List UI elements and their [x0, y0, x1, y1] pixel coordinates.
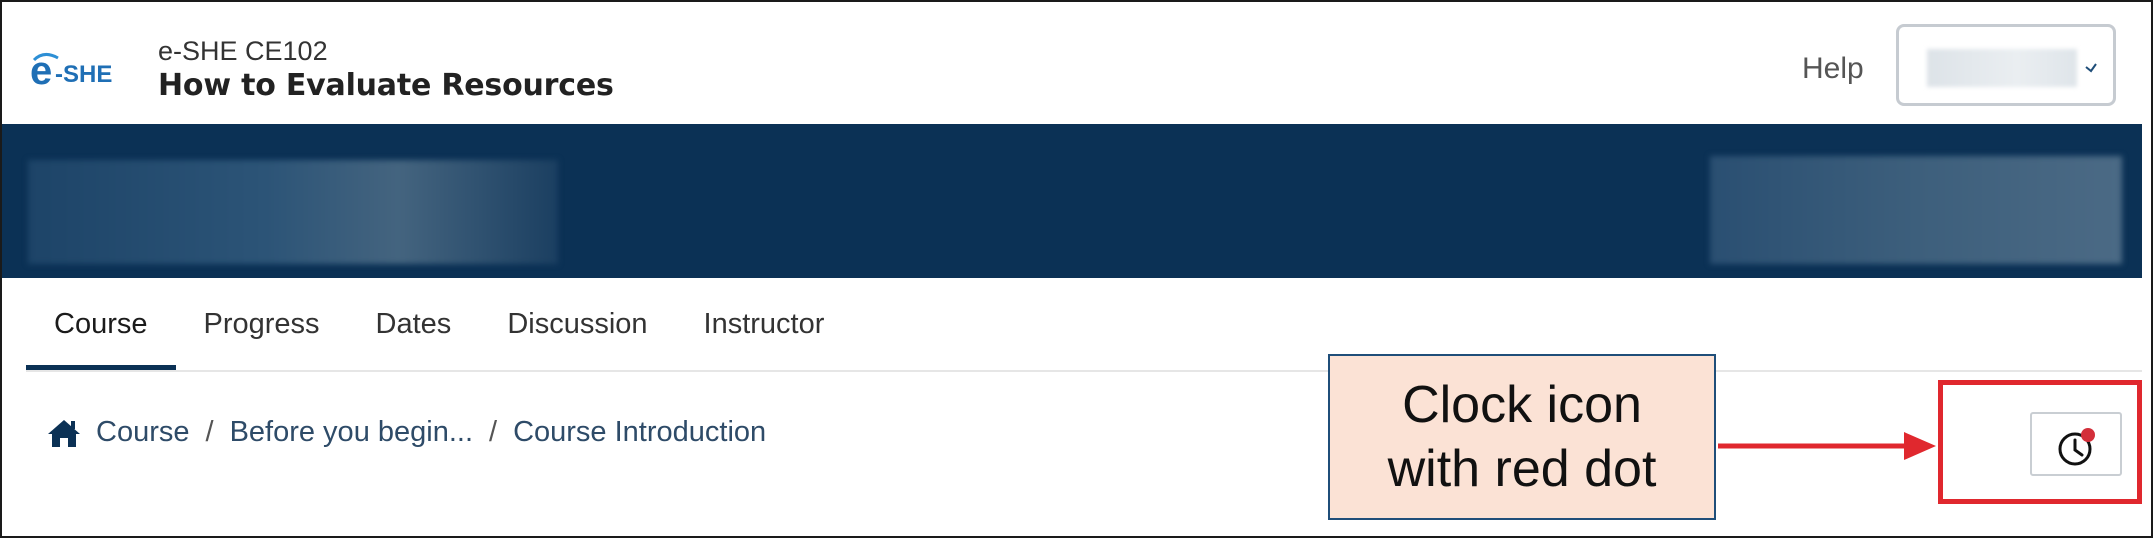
- banner-redacted-right: [1710, 156, 2122, 264]
- tab-course[interactable]: Course: [26, 278, 176, 370]
- tab-discussion[interactable]: Discussion: [479, 278, 675, 370]
- user-menu-button[interactable]: [1896, 24, 2116, 106]
- tabs-divider: [26, 370, 2142, 372]
- breadcrumb-course[interactable]: Course: [96, 416, 190, 449]
- help-link[interactable]: Help: [1802, 52, 1864, 86]
- breadcrumb-separator: /: [489, 416, 498, 448]
- tab-instructor[interactable]: Instructor: [676, 278, 853, 370]
- course-title: How to Evaluate Resources: [158, 68, 614, 103]
- banner-redacted-left: [28, 160, 558, 264]
- home-icon[interactable]: [46, 417, 82, 449]
- breadcrumb: Course / Before you begin... / Course In…: [46, 416, 766, 449]
- page-frame: e -SHE e-SHE CE102 How to Evaluate Resou…: [0, 0, 2153, 538]
- breadcrumb-separator: /: [205, 416, 214, 448]
- course-header: e -SHE e-SHE CE102 How to Evaluate Resou…: [2, 2, 2142, 124]
- course-banner: [2, 124, 2142, 278]
- annotation-text: Clock icon with red dot: [1387, 376, 1657, 498]
- clock-icon: [2058, 428, 2095, 466]
- svg-text:-SHE: -SHE: [55, 61, 112, 88]
- chevron-down-icon: [2085, 63, 2097, 73]
- course-code: e-SHE CE102: [158, 36, 328, 66]
- red-dot-icon: [2081, 428, 2095, 442]
- breadcrumb-unit[interactable]: Course Introduction: [513, 416, 766, 449]
- annotation-callout: Clock icon with red dot: [1328, 354, 1716, 520]
- breadcrumb-section[interactable]: Before you begin...: [230, 416, 473, 449]
- eshe-logo[interactable]: e -SHE: [30, 50, 126, 96]
- username-redacted: [1927, 49, 2077, 87]
- annotation-arrow-icon: [1718, 432, 1936, 460]
- clock-button[interactable]: [2030, 412, 2122, 476]
- tab-progress[interactable]: Progress: [176, 278, 348, 370]
- course-tabs: Course Progress Dates Discussion Instruc…: [26, 278, 852, 370]
- tab-dates[interactable]: Dates: [348, 278, 480, 370]
